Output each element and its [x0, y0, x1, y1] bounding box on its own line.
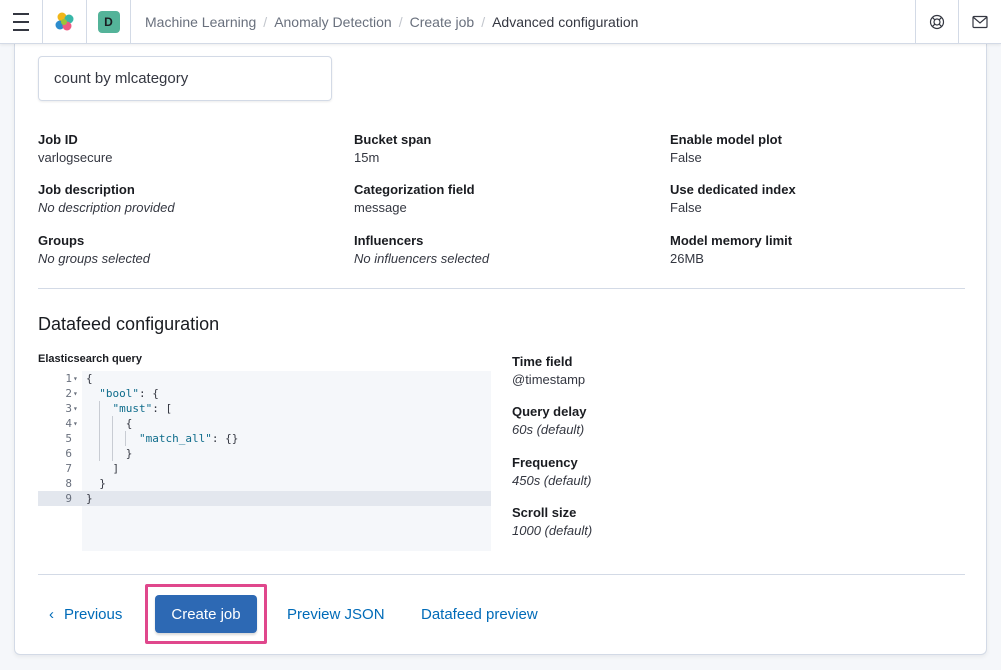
code-text: } — [86, 477, 106, 490]
breadcrumb-machine-learning[interactable]: Machine Learning — [145, 14, 256, 30]
code-line: 7 ] — [65, 462, 120, 475]
indent-guide — [112, 416, 113, 461]
space-avatar[interactable]: D — [87, 0, 131, 44]
job-id-label: Job ID — [38, 132, 78, 147]
categorization-field-summary: Categorization field message — [354, 182, 475, 216]
breadcrumb-anomaly-detection[interactable]: Anomaly Detection — [274, 14, 392, 30]
indent-guide — [99, 401, 100, 461]
model-plot-summary: Enable model plot False — [670, 132, 782, 166]
code-line: 5 "match_all": {} — [65, 432, 239, 445]
time-field-summary: Time field @timestamp — [512, 354, 585, 388]
dedicated-index-label: Use dedicated index — [670, 182, 796, 197]
frequency-label: Frequency — [512, 455, 578, 470]
breadcrumb-separator: / — [263, 14, 268, 30]
previous-button[interactable]: ‹ Previous — [49, 606, 122, 623]
datafeed-section-title: Datafeed configuration — [38, 314, 220, 334]
model-memory-label: Model memory limit — [670, 233, 793, 248]
previous-label: Previous — [64, 606, 123, 623]
query-delay-value: 60s (default) — [512, 422, 585, 437]
breadcrumb: Machine Learning / Anomaly Detection / C… — [145, 0, 638, 44]
categorization-field-value: message — [354, 200, 407, 215]
code-text: "match_all": {} — [138, 432, 239, 445]
bucket-span-label: Bucket span — [354, 132, 432, 147]
influencers-summary: Influencers No influencers selected — [354, 233, 489, 267]
code-text: } — [86, 492, 93, 505]
model-memory-summary: Model memory limit 26MB — [670, 233, 792, 267]
groups-label: Groups — [38, 233, 85, 248]
elasticsearch-query-editor[interactable]: 1 ▾ { 2 ▾ "bool": { 3 ▾ "must": [ 4 ▾ { 5 "m… — [38, 371, 491, 551]
code-line: 6 } — [65, 447, 133, 460]
code-line-active: 9 } — [38, 491, 491, 506]
code-text: "bool": { — [99, 387, 159, 400]
time-field-value: @timestamp — [512, 372, 586, 387]
scroll-size-label: Scroll size — [512, 505, 577, 520]
code-text: { — [86, 372, 93, 385]
job-id-value: varlogsecure — [38, 150, 113, 165]
space-badge: D — [97, 11, 120, 33]
influencers-label: Influencers — [354, 233, 424, 248]
elastic-logo-icon[interactable] — [43, 0, 87, 44]
chevron-left-icon: ‹ — [49, 606, 54, 623]
indent-guide — [125, 431, 126, 446]
frequency-value: 450s (default) — [512, 473, 592, 488]
hamburger-icon[interactable] — [0, 0, 43, 44]
fold-arrow-icon[interactable]: ▾ — [73, 416, 78, 431]
divider — [38, 574, 965, 575]
fold-arrow-icon[interactable]: ▾ — [73, 401, 78, 416]
job-summary-panel: count by mlcategory Job ID varlogsecure … — [14, 44, 987, 655]
bucket-span-summary: Bucket span 15m — [354, 132, 431, 166]
time-field-label: Time field — [512, 354, 573, 369]
fold-arrow-icon[interactable]: ▾ — [73, 386, 78, 401]
code-line: 1 ▾ { — [65, 371, 93, 386]
categorization-field-label: Categorization field — [354, 182, 475, 197]
elasticsearch-query-label: Elasticsearch query — [38, 353, 142, 365]
detector-card: count by mlcategory — [38, 56, 332, 101]
job-description-value: No description provided — [38, 200, 175, 215]
preview-json-button[interactable]: Preview JSON — [287, 606, 385, 623]
model-memory-value: 26MB — [670, 251, 704, 266]
groups-value: No groups selected — [38, 251, 151, 266]
breadcrumb-create-job[interactable]: Create job — [410, 14, 475, 30]
fold-arrow-icon[interactable]: ▾ — [73, 371, 78, 386]
breadcrumb-advanced-configuration: Advanced configuration — [492, 14, 639, 30]
code-line: 3 ▾ "must": [ — [65, 401, 173, 416]
frequency-summary: Frequency 450s (default) — [512, 455, 592, 489]
bucket-span-value: 15m — [354, 150, 380, 165]
job-description-summary: Job description No description provided — [38, 182, 175, 216]
model-plot-value: False — [670, 150, 702, 165]
groups-summary: Groups No groups selected — [38, 233, 150, 267]
create-job-button[interactable]: Create job — [155, 595, 257, 633]
code-text: } — [86, 447, 133, 460]
mail-icon[interactable] — [958, 0, 1001, 44]
help-lifebuoy-icon[interactable] — [915, 0, 958, 44]
divider — [38, 288, 965, 289]
scroll-size-value: 1000 (default) — [512, 523, 593, 538]
influencers-value: No influencers selected — [354, 251, 490, 266]
job-id-summary: Job ID varlogsecure — [38, 132, 112, 166]
create-job-highlight: Create job — [145, 584, 267, 644]
dedicated-index-value: False — [670, 200, 702, 215]
datafeed-preview-button[interactable]: Datafeed preview — [421, 606, 538, 623]
model-plot-label: Enable model plot — [670, 132, 782, 147]
code-text: ] — [86, 462, 120, 475]
code-line: 8 } — [65, 477, 106, 490]
code-line: 2 ▾ "bool": { — [65, 386, 159, 401]
query-delay-label: Query delay — [512, 404, 587, 419]
query-delay-summary: Query delay 60s (default) — [512, 404, 586, 438]
scroll-size-summary: Scroll size 1000 (default) — [512, 505, 592, 539]
dedicated-index-summary: Use dedicated index False — [670, 182, 796, 216]
breadcrumb-separator: / — [398, 14, 403, 30]
code-text: { — [86, 417, 133, 430]
breadcrumb-separator: / — [481, 14, 486, 30]
job-description-label: Job description — [38, 182, 135, 197]
top-header: D Machine Learning / Anomaly Detection /… — [0, 0, 1001, 44]
code-line: 4 ▾ { — [65, 416, 133, 431]
